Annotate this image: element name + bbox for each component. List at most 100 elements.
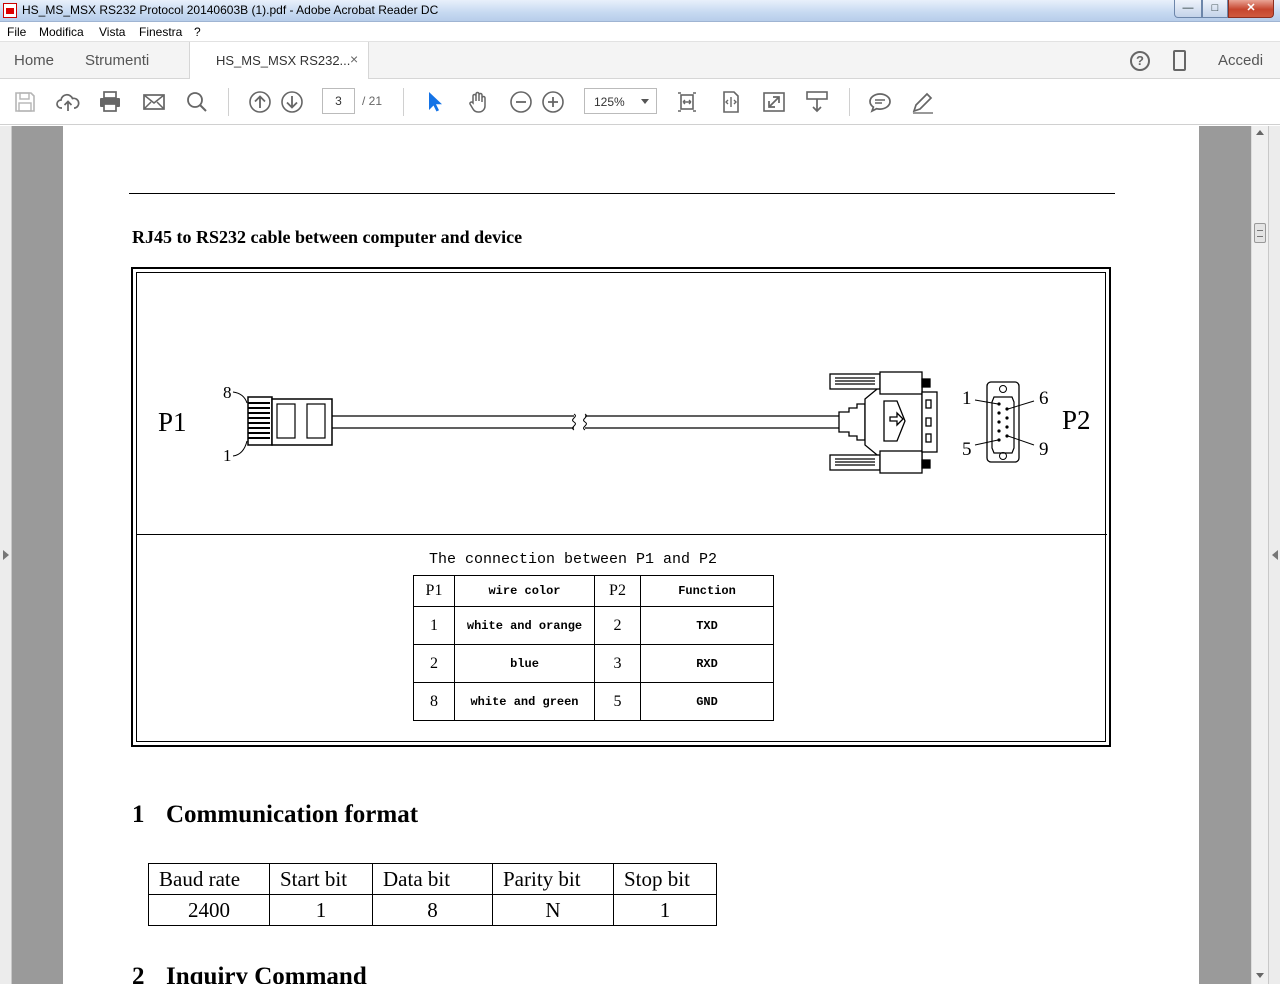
search-icon[interactable] [185,90,209,114]
header-cell: Baud rate [148,863,270,895]
heading-number: 2 [132,963,145,984]
close-window-button[interactable]: ✕ [1228,0,1274,18]
toolbar-separator [228,88,229,116]
prev-page-icon[interactable] [248,90,272,114]
rj45-connector-icon [247,396,333,446]
scroll-mode-icon[interactable] [805,90,829,114]
pin-1-label: 1 [223,446,232,465]
connection-table: P1 wire color P2 Function 1 white and or… [413,575,774,721]
toolbar-separator [403,88,404,116]
cable-diagram: P1 P2 8 1 1 6 5 9 [158,371,1091,474]
table-cell: 2 [594,606,641,645]
window-title: HS_MS_MSX RS232 Protocol 20140603B (1).p… [22,3,439,17]
table-cell: TXD [640,606,774,645]
menu-bar: File Modifica Vista Finestra ? [0,22,1280,42]
upload-cloud-icon[interactable] [56,90,80,114]
hand-tool-icon[interactable] [466,90,490,114]
heading-number: 1 [132,801,145,828]
table-cell: 2400 [148,894,270,926]
scroll-down-arrow-icon[interactable] [1256,973,1264,978]
menu-help[interactable]: ? [194,25,201,39]
sign-in-link[interactable]: Accedi [1218,52,1263,69]
db9-pinout-icon [974,381,1035,463]
table-row: 1 white and orange 2 TXD [413,606,774,645]
tab-tools[interactable]: Strumenti [85,52,149,69]
help-icon[interactable]: ? [1130,51,1150,71]
db9-pin-1-label: 1 [962,388,972,409]
header-cell: wire color [454,575,595,607]
toolbar: 3 / 21 125% [0,79,1280,125]
tab-bar: Home Strumenti HS_MS_MSX RS232... × ? Ac… [0,42,1280,79]
comment-icon[interactable] [868,90,892,114]
page-number-input[interactable]: 3 [322,88,355,114]
pin-1-leader [232,440,248,457]
cable-figure: P1 P2 8 1 1 6 5 9 The connection between… [131,267,1111,747]
menu-file[interactable]: File [7,25,26,39]
save-icon[interactable] [13,90,37,114]
table-cell: white and orange [454,606,595,645]
table-cell: white and green [454,682,595,721]
zoom-value: 125% [594,95,625,109]
zoom-out-icon[interactable] [509,90,533,114]
tab-document[interactable]: HS_MS_MSX RS232... × [189,42,369,79]
tab-home[interactable]: Home [14,52,54,69]
pdf-page: RJ45 to RS232 cable between computer and… [63,126,1199,984]
cable-line [332,413,839,431]
chevron-left-icon [1272,550,1278,560]
table-cell: 1 [269,894,373,926]
header-cell: Function [640,575,774,607]
chevron-down-icon [641,99,649,104]
document-tab-label: HS_MS_MSX RS232... [216,53,351,68]
menu-vista[interactable]: Vista [99,25,125,39]
table-cell: 1 [413,606,455,645]
header-cell: Parity bit [492,863,614,895]
table-cell: 8 [372,894,493,926]
minimize-button[interactable]: — [1174,0,1202,18]
vertical-scrollbar[interactable] [1251,126,1268,984]
heading-text: Communication format [166,801,419,828]
table-cell: 2 [413,644,455,683]
pdf-app-icon [3,3,17,18]
table-cell: N [492,894,614,926]
zoom-dropdown[interactable]: 125% [584,88,657,114]
db9-pin-5-label: 5 [962,439,972,460]
p2-label: P2 [1062,405,1091,435]
db9-pin-6-label: 6 [1039,388,1049,409]
table-cell: RXD [640,644,774,683]
email-icon[interactable] [142,90,166,114]
chevron-right-icon [3,550,9,560]
scrollbar-thumb[interactable] [1254,223,1266,243]
scroll-up-arrow-icon[interactable] [1256,130,1264,135]
highlight-pen-icon[interactable] [911,90,935,114]
heading-text: Inquiry Command [166,963,367,984]
fullscreen-icon[interactable] [762,90,786,114]
menu-finestra[interactable]: Finestra [139,25,182,39]
connection-caption: The connection between P1 and P2 [429,551,718,568]
fit-width-icon[interactable] [675,90,699,114]
maximize-button[interactable]: □ [1202,0,1228,18]
page-total: / 21 [362,94,383,108]
zoom-in-icon[interactable] [541,90,565,114]
pin-8-leader [232,391,248,404]
fit-page-icon[interactable] [719,90,743,114]
right-panel-toggle[interactable] [1268,126,1280,984]
mobile-link-icon[interactable] [1173,50,1186,71]
menu-modifica[interactable]: Modifica [39,25,84,39]
db9-connector-icon [829,371,938,474]
close-tab-icon[interactable]: × [350,51,358,67]
section-heading: RJ45 to RS232 cable between computer and… [132,227,523,247]
figure-divider [137,534,1107,535]
pin-8-label: 8 [223,383,232,402]
left-panel-toggle[interactable] [0,126,12,984]
table-row: 2400 1 8 N 1 [148,894,717,926]
toolbar-separator [849,88,850,116]
print-icon[interactable] [98,90,122,114]
table-cell: 8 [413,682,455,721]
table-cell: blue [454,644,595,683]
table-row: 2 blue 3 RXD [413,644,774,683]
table-cell: 1 [613,894,717,926]
header-cell: Data bit [372,863,493,895]
p1-label: P1 [158,407,187,437]
select-cursor-icon[interactable] [423,90,447,114]
next-page-icon[interactable] [280,90,304,114]
